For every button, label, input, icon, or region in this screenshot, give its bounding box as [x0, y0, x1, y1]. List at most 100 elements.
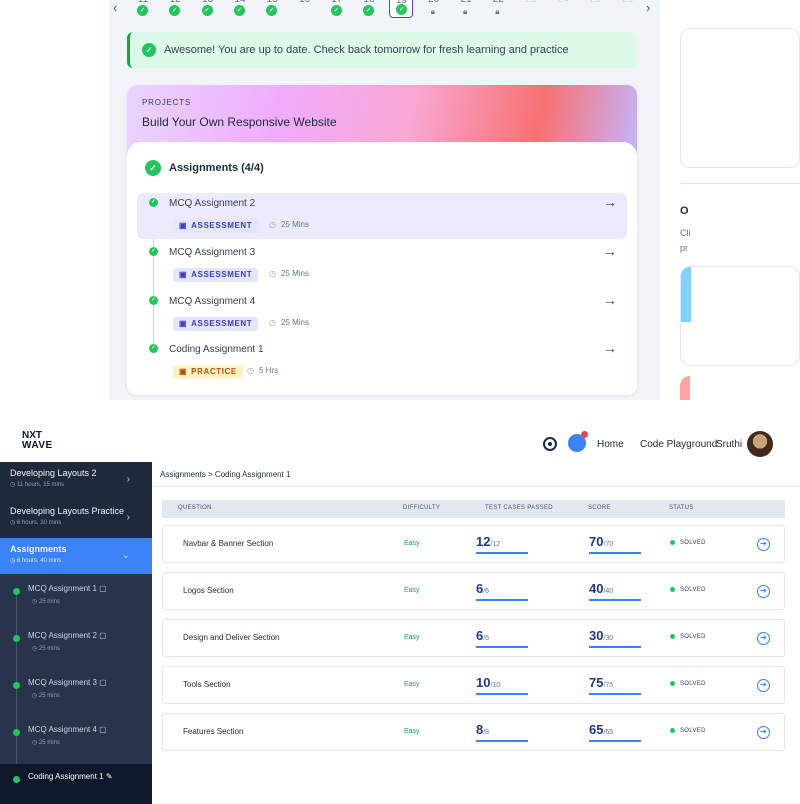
practice-tag: ▣ PRACTICE	[173, 365, 243, 379]
chat-icon[interactable]	[568, 431, 588, 452]
learning-portal-screenshot: ‹ 11✓ 12✓ 13✓ 14✓ 15✓ 16 17✓ 18✓ 19✓ 20 🔒︎ 21 🔒︎ 22 🔒︎…	[0, 0, 800, 400]
date-cell[interactable]: 26	[616, 0, 640, 18]
progress-fill	[476, 740, 528, 742]
date-cell[interactable]: 21 🔒︎	[454, 0, 478, 18]
assignment-row[interactable]: ✓ Coding Assignment 1 → ▣ PRACTICE ◷ 5 Hrs	[137, 339, 627, 385]
score-value: 30/30	[589, 627, 613, 645]
arrow-right-circle-icon[interactable]: ➔	[757, 538, 770, 551]
assignments-header: ✓ Assignments (4/4)	[145, 160, 264, 176]
arrow-right-circle-icon[interactable]: ➔	[757, 679, 770, 692]
side-card[interactable]	[680, 266, 800, 366]
nav-home-link[interactable]: Home	[597, 439, 624, 450]
assignment-row[interactable]: ✓ MCQ Assignment 3 → ▣ ASSESSMENT ◷ 25 Min…	[137, 242, 627, 288]
chevron-right-icon: ›	[126, 512, 130, 523]
user-name[interactable]: Sruthi	[716, 439, 742, 450]
duration-label: 25 Mins	[280, 220, 309, 229]
module-duration-label: 6 hours, 40 mins	[16, 558, 62, 564]
module-title: Developing Layouts Practice	[10, 506, 125, 516]
status-dot-icon	[670, 540, 675, 545]
project-title[interactable]: Build Your Own Responsive Website	[142, 115, 337, 129]
column-header: QUESTION	[178, 505, 212, 511]
date-cell[interactable]: 22 🔒︎	[486, 0, 510, 18]
progress-fill	[589, 599, 641, 601]
table-row[interactable]: Tools Section Easy 10/10 75/75 SOLVED ➔	[162, 666, 785, 704]
arrow-right-circle-icon[interactable]: ➔	[757, 726, 770, 739]
check-circle-icon: ✓	[145, 160, 161, 176]
test-cases-value: 12/12	[476, 533, 500, 551]
table-row[interactable]: Features Section Easy 8/8 65/65 SOLVED ➔	[162, 713, 785, 751]
date-cell[interactable]: 14✓	[228, 0, 252, 18]
check-icon	[13, 682, 20, 689]
date-cell[interactable]: 13✓	[196, 0, 220, 18]
clipboard-icon: ▣	[179, 367, 188, 376]
assignment-name: MCQ Assignment 3	[169, 247, 256, 258]
card-thumbnail	[681, 267, 691, 322]
sidebar-item-title: Coding Assignment 1	[28, 772, 104, 781]
date-cell[interactable]: 24	[551, 0, 575, 18]
date-label: 21	[460, 0, 471, 5]
progress-fill	[589, 693, 641, 695]
side-card[interactable]	[680, 376, 690, 400]
assignment-name: Coding Assignment 1	[169, 344, 264, 355]
arrow-right-icon[interactable]: →	[603, 340, 617, 356]
sidebar-item-label: MCQ Assignment 4 ▢	[28, 725, 107, 734]
date-cell[interactable]: 19 ✓	[389, 0, 414, 18]
avatar[interactable]	[747, 431, 773, 457]
duration: ◷ 25 Mins	[269, 220, 309, 229]
assignment-row[interactable]: ✓ MCQ Assignment 2 → ▣ ASSESSMENT ◷ 25 Min…	[137, 193, 627, 239]
sidebar-item[interactable]: MCQ Assignment 2 ▢ ◷ 25 mins	[0, 627, 152, 667]
arrow-right-circle-icon[interactable]: ➔	[757, 585, 770, 598]
score-total: /40	[603, 588, 614, 595]
sidebar-module[interactable]: Developing Layouts 2 ◷ 11 hours, 15 mins…	[0, 462, 152, 498]
sidebar-item[interactable]: MCQ Assignment 1 ▢ ◷ 25 mins	[0, 580, 152, 620]
date-cell[interactable]: 20 🔒︎	[422, 0, 446, 18]
side-text-line: Cli	[680, 228, 691, 238]
score-progress-bar	[589, 740, 641, 742]
module-duration: ◷ 11 hours, 15 mins	[10, 481, 142, 488]
up-to-date-banner: ✓ Awesome! You are up to date. Check bac…	[127, 32, 637, 68]
side-card	[680, 28, 800, 168]
table-row[interactable]: Design and Deliver Section Easy 6/6 30/30 SO…	[162, 619, 785, 657]
check-icon: ✓	[137, 5, 148, 16]
nxtwave-logo[interactable]: NXT WAVE	[22, 431, 53, 451]
date-cell[interactable]: 25	[583, 0, 607, 18]
clock-icon: ◷	[10, 520, 17, 526]
date-cell[interactable]: 16	[293, 0, 317, 18]
score-progress-bar	[589, 599, 641, 601]
sidebar-item-current[interactable]: Coding Assignment 1 ✎	[0, 764, 152, 804]
sidebar-item[interactable]: MCQ Assignment 4 ▢ ◷ 25 mins	[0, 721, 152, 761]
sidebar-item-label: MCQ Assignment 2 ▢	[28, 631, 107, 640]
sidebar-module[interactable]: Developing Layouts Practice ◷ 6 hours, 3…	[0, 500, 152, 536]
check-icon: ✓	[201, 5, 213, 16]
test-cases-value: 8/8	[476, 721, 489, 739]
score-progress-bar	[589, 646, 641, 648]
table-row[interactable]: Logos Section Easy 6/6 40/40 SOLVED ➔	[162, 572, 785, 610]
date-cell[interactable]: 15✓	[260, 0, 284, 18]
test-cases-passed: 10	[476, 675, 491, 690]
nav-playground-link[interactable]: Code Playground	[640, 439, 717, 450]
breadcrumb[interactable]: Assignments > Coding Assignment 1	[160, 470, 291, 479]
arrow-right-icon[interactable]: →	[603, 194, 617, 210]
date-cell[interactable]: 17✓	[325, 0, 349, 18]
clock-icon: ◷	[32, 646, 39, 652]
assignment-row[interactable]: ✓ MCQ Assignment 4 → ▣ ASSESSMENT ◷ 25 Min…	[137, 291, 627, 337]
date-label: 22	[493, 0, 504, 5]
arrow-right-circle-icon[interactable]: ➔	[757, 632, 770, 645]
status-dot-icon	[670, 728, 675, 733]
sidebar-module-active[interactable]: Assignments ◷ 6 hours, 40 mins ⌄	[0, 538, 152, 574]
sidebar-item[interactable]: MCQ Assignment 3 ▢ ◷ 25 mins	[0, 674, 152, 714]
arrow-right-icon[interactable]: →	[603, 292, 617, 308]
clock-icon: ◷	[247, 366, 254, 375]
chevron-right-icon[interactable]: ›	[646, 0, 650, 15]
date-cell[interactable]: 18✓	[357, 0, 381, 18]
chevron-left-icon[interactable]: ‹	[113, 0, 117, 15]
arrow-right-icon[interactable]: →	[603, 243, 617, 259]
duration: ◷ 25 Mins	[269, 318, 309, 327]
table-row[interactable]: Navbar & Banner Section Easy 12/12 70/70 SOL…	[162, 525, 785, 563]
date-cell[interactable]: 12✓	[163, 0, 187, 18]
timer-icon[interactable]	[543, 437, 557, 451]
sidebar-item-title: MCQ Assignment 1	[28, 584, 97, 593]
date-cell[interactable]: 23	[519, 0, 543, 18]
date-cell[interactable]: 11✓	[131, 0, 155, 18]
sidebar-item-title: MCQ Assignment 3	[28, 678, 97, 687]
